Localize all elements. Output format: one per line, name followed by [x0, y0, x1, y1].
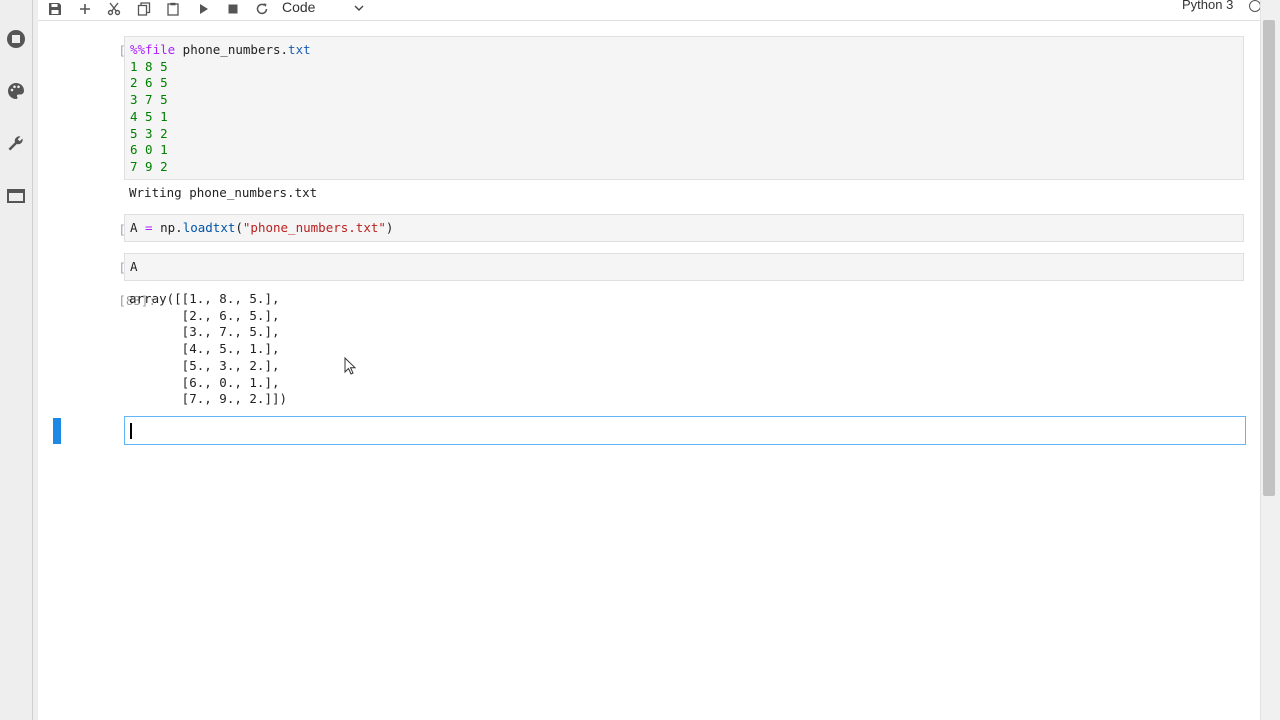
filename-base: phone_numbers. [175, 42, 289, 57]
cell-82-input[interactable]: A = np.loadtxt("phone_numbers.txt") [124, 214, 1244, 242]
data-line: 3 7 5 [130, 92, 168, 108]
cell-83-output: array([[1., 8., 5.], [2., 6., 5.], [3., … [129, 291, 288, 407]
code-string: "phone_numbers.txt" [242, 220, 386, 235]
code-func: loadtxt [182, 220, 236, 235]
left-sidebar [0, 0, 33, 720]
data-line: 7 9 2 [130, 158, 168, 174]
active-cell-input[interactable] [124, 416, 1246, 445]
notebook-panel: Code Python 3 [81]: %%file phone_numbers… [38, 0, 1261, 720]
scissors-icon[interactable] [103, 0, 125, 20]
data-line: 5 3 2 [130, 125, 168, 141]
save-icon[interactable] [44, 0, 66, 20]
data-line: 1 8 5 [130, 58, 168, 74]
data-line: 4 5 1 [130, 108, 168, 124]
palette-icon[interactable] [4, 79, 28, 103]
data-line: 6 0 1 [130, 142, 168, 158]
cell-82-code: A = np.loadtxt("phone_numbers.txt") [125, 215, 1243, 237]
cell-type-dropdown[interactable]: Code [282, 0, 364, 17]
cell-81-input[interactable]: %%file phone_numbers.txt 1 8 5 2 6 5 3 7… [124, 36, 1244, 180]
wrench-icon[interactable] [4, 131, 28, 155]
code-assign: = [137, 220, 161, 235]
active-cell-indicator [53, 418, 61, 444]
running-sessions-icon[interactable] [4, 27, 28, 51]
cell-83-code: A [130, 259, 138, 274]
filename-ext: txt [288, 42, 311, 57]
code-paren-close: ) [385, 220, 394, 235]
cell-type-label: Code [282, 0, 316, 15]
data-line: 2 6 5 [130, 75, 168, 91]
text-caret [130, 423, 132, 439]
chevron-down-icon [354, 0, 364, 15]
play-icon[interactable] [193, 0, 215, 20]
kernel-name[interactable]: Python 3 [1182, 0, 1233, 12]
stop-icon[interactable] [222, 0, 244, 20]
cell-83-input[interactable]: A [124, 253, 1244, 281]
copy-icon[interactable] [133, 0, 155, 20]
tabs-icon[interactable] [4, 184, 28, 208]
mouse-pointer-icon [344, 356, 357, 379]
code-paren-open: ( [235, 220, 243, 235]
paste-icon[interactable] [162, 0, 184, 20]
scrollbar-thumb[interactable] [1263, 20, 1275, 496]
cell-81-output: Writing phone_numbers.txt [129, 185, 318, 200]
magic-command: %%file [130, 42, 176, 57]
notebook-toolbar: Code Python 3 [38, 0, 1261, 21]
restart-icon[interactable] [251, 0, 273, 20]
code-var: A [130, 220, 138, 235]
code-module: np. [160, 220, 183, 235]
cell-81-code: %%file phone_numbers.txt 1 8 5 2 6 5 3 7… [125, 37, 1243, 176]
plus-icon[interactable] [74, 0, 96, 20]
vertical-scrollbar[interactable] [1260, 0, 1280, 720]
